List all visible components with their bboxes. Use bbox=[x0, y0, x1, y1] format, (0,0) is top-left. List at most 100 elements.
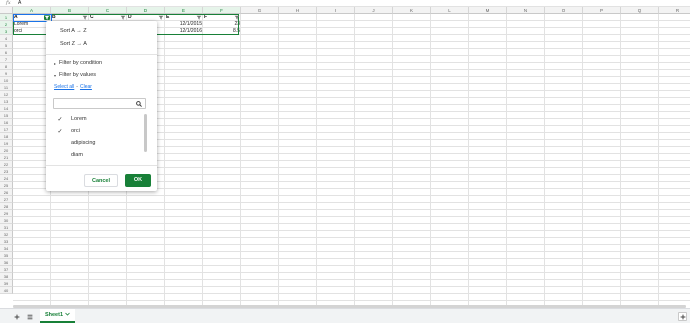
row-header-13[interactable]: 13 bbox=[0, 98, 13, 105]
row-header-9[interactable]: 9 bbox=[0, 70, 13, 77]
row-header-27[interactable]: 27 bbox=[0, 196, 13, 203]
filter-button-b[interactable] bbox=[82, 15, 88, 20]
cell-f3[interactable]: 8.5 bbox=[203, 28, 241, 35]
column-header-p[interactable]: P bbox=[583, 7, 621, 14]
value-item-orci[interactable]: ✓ orci bbox=[53, 125, 139, 137]
row-header-22[interactable]: 22 bbox=[0, 161, 13, 168]
row-header-5[interactable]: 5 bbox=[0, 42, 13, 49]
row-header-20[interactable]: 20 bbox=[0, 147, 13, 154]
row-header-39[interactable]: 39 bbox=[0, 280, 13, 287]
checkmark-icon[interactable]: ✓ bbox=[53, 116, 67, 123]
filter-button-a[interactable] bbox=[44, 15, 50, 20]
cell-f2[interactable]: 23 bbox=[203, 21, 241, 28]
filter-button-e[interactable] bbox=[196, 15, 202, 20]
filter-button-f[interactable] bbox=[234, 15, 240, 20]
row-header-8[interactable]: 8 bbox=[0, 63, 13, 70]
row-header-15[interactable]: 15 bbox=[0, 112, 13, 119]
row-header-35[interactable]: 35 bbox=[0, 252, 13, 259]
formula-bar: fx A bbox=[0, 0, 690, 7]
cell-c1[interactable]: C bbox=[89, 14, 119, 21]
row-header-34[interactable]: 34 bbox=[0, 245, 13, 252]
column-header-m[interactable]: M bbox=[469, 7, 507, 14]
sort-z-to-a[interactable]: Sort Z → A bbox=[60, 41, 87, 47]
cell-e3[interactable]: 12/1/2016 bbox=[165, 28, 203, 35]
column-header-q[interactable]: Q bbox=[621, 7, 659, 14]
row-header-4[interactable]: 4 bbox=[0, 35, 13, 42]
plus-icon[interactable] bbox=[12, 312, 22, 321]
value-item-adipiscing[interactable]: adipiscing bbox=[53, 137, 139, 149]
row-header-28[interactable]: 28 bbox=[0, 203, 13, 210]
row-header-29[interactable]: 29 bbox=[0, 210, 13, 217]
cell-d1[interactable]: D bbox=[127, 14, 157, 21]
filter-by-condition-toggle[interactable]: ▸ Filter by condition bbox=[54, 60, 102, 66]
row-header-10[interactable]: 10 bbox=[0, 77, 13, 84]
row-header-16[interactable]: 16 bbox=[0, 119, 13, 126]
select-clear-links: Select all - Clear bbox=[54, 84, 92, 90]
column-header-e[interactable]: E bbox=[165, 7, 203, 14]
column-header-i[interactable]: I bbox=[317, 7, 355, 14]
row-header-21[interactable]: 21 bbox=[0, 154, 13, 161]
row-header-33[interactable]: 33 bbox=[0, 238, 13, 245]
cell-a1[interactable]: A bbox=[13, 14, 43, 21]
value-list-scrollbar[interactable] bbox=[144, 114, 147, 152]
column-header-j[interactable]: J bbox=[355, 7, 393, 14]
filter-button-c[interactable] bbox=[120, 15, 126, 20]
column-header-d[interactable]: D bbox=[127, 7, 165, 14]
row-header-14[interactable]: 14 bbox=[0, 105, 13, 112]
chevron-down-icon[interactable] bbox=[65, 312, 70, 318]
value-item-diam[interactable]: diam bbox=[53, 149, 139, 161]
sheet-tab-sheet1[interactable]: Sheet1 bbox=[40, 309, 75, 323]
cell-e2[interactable]: 12/1/2015 bbox=[165, 21, 203, 28]
row-header-1[interactable]: 1 bbox=[0, 14, 13, 21]
row-header-24[interactable]: 24 bbox=[0, 175, 13, 182]
column-header-r[interactable]: R bbox=[659, 7, 690, 14]
row-header-25[interactable]: 25 bbox=[0, 182, 13, 189]
row-header-30[interactable]: 30 bbox=[0, 217, 13, 224]
row-header-19[interactable]: 19 bbox=[0, 140, 13, 147]
select-all-link[interactable]: Select all bbox=[54, 84, 74, 90]
formula-input[interactable]: A bbox=[18, 0, 21, 6]
row-header-23[interactable]: 23 bbox=[0, 168, 13, 175]
filter-by-values-toggle[interactable]: ▾ Filter by values bbox=[54, 72, 96, 78]
select-all-corner[interactable] bbox=[0, 7, 13, 14]
row-header-6[interactable]: 6 bbox=[0, 49, 13, 56]
row-header-18[interactable]: 18 bbox=[0, 133, 13, 140]
cell-f1[interactable]: F bbox=[203, 14, 233, 21]
row-header-3[interactable]: 3 bbox=[0, 28, 13, 35]
value-search-input[interactable] bbox=[53, 98, 146, 109]
checkmark-icon[interactable]: ✓ bbox=[53, 128, 67, 135]
row-header-26[interactable]: 26 bbox=[0, 189, 13, 196]
column-header-o[interactable]: O bbox=[545, 7, 583, 14]
column-header-b[interactable]: B bbox=[51, 7, 89, 14]
row-header-11[interactable]: 11 bbox=[0, 84, 13, 91]
cancel-button[interactable]: Cancel bbox=[84, 174, 118, 187]
value-item-lorem[interactable]: ✓ Lorem bbox=[53, 113, 139, 125]
column-header-l[interactable]: L bbox=[431, 7, 469, 14]
row-header-31[interactable]: 31 bbox=[0, 224, 13, 231]
row-header-32[interactable]: 32 bbox=[0, 231, 13, 238]
row-header-17[interactable]: 17 bbox=[0, 126, 13, 133]
column-header-c[interactable]: C bbox=[89, 7, 127, 14]
filter-button-d[interactable] bbox=[158, 15, 164, 20]
row-header-38[interactable]: 38 bbox=[0, 273, 13, 280]
triangle-right-icon: ▸ bbox=[54, 60, 57, 66]
list-icon[interactable] bbox=[25, 312, 35, 321]
column-header-k[interactable]: K bbox=[393, 7, 431, 14]
explore-icon[interactable] bbox=[678, 312, 687, 321]
row-header-12[interactable]: 12 bbox=[0, 91, 13, 98]
column-header-h[interactable]: H bbox=[279, 7, 317, 14]
row-header-36[interactable]: 36 bbox=[0, 259, 13, 266]
ok-button[interactable]: OK bbox=[125, 174, 151, 187]
sort-a-to-z[interactable]: Sort A → Z bbox=[60, 28, 87, 34]
cell-b1[interactable]: B bbox=[51, 14, 81, 21]
row-header-40[interactable]: 40 bbox=[0, 287, 13, 294]
column-header-n[interactable]: N bbox=[507, 7, 545, 14]
row-header-7[interactable]: 7 bbox=[0, 56, 13, 63]
row-header-37[interactable]: 37 bbox=[0, 266, 13, 273]
cell-e1[interactable]: E bbox=[165, 14, 195, 21]
column-header-g[interactable]: G bbox=[241, 7, 279, 14]
clear-link[interactable]: Clear bbox=[80, 84, 92, 90]
row-header-2[interactable]: 2 bbox=[0, 21, 13, 28]
column-header-a[interactable]: A bbox=[13, 7, 51, 14]
column-header-f[interactable]: F bbox=[203, 7, 241, 14]
